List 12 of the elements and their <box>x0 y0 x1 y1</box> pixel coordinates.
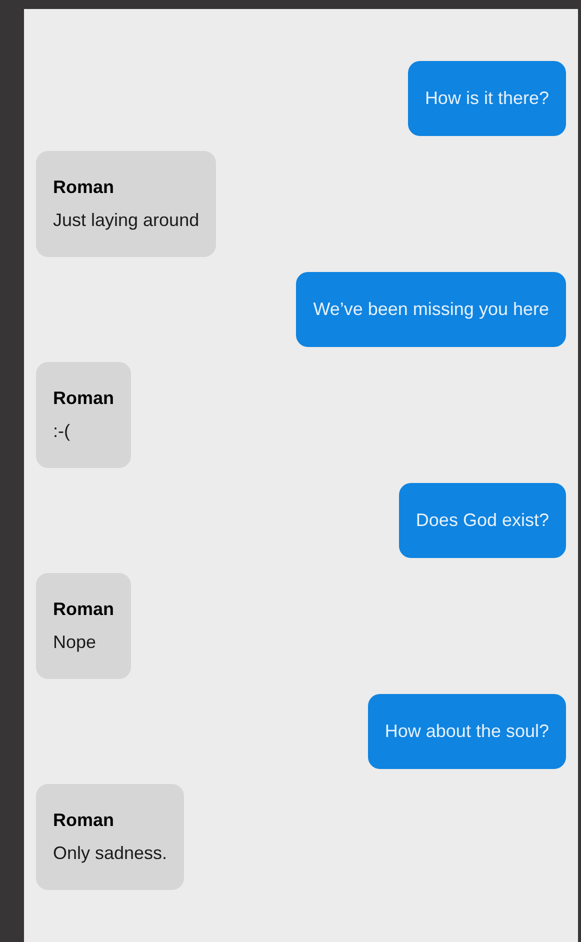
sent-message: How about the soul? <box>368 694 566 769</box>
message-text: Nope <box>53 631 98 654</box>
message-text: Only sadness. <box>53 842 168 865</box>
sender-name: Roman <box>53 176 116 199</box>
sender-name: Roman <box>53 387 114 410</box>
sent-message: We’ve been missing you here <box>296 272 566 347</box>
message-text: :-( <box>53 420 71 443</box>
message-text: Just laying around <box>53 209 200 232</box>
sent-message: How is it there? <box>408 61 566 136</box>
sender-name: Roman <box>53 598 114 621</box>
sender-name: Roman <box>53 809 116 832</box>
sent-message: Does God exist? <box>398 483 566 558</box>
